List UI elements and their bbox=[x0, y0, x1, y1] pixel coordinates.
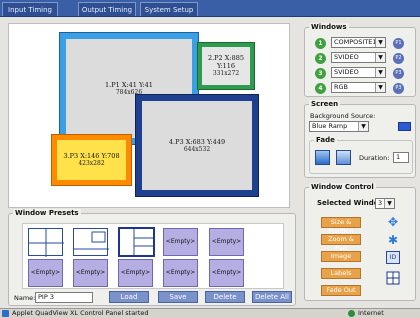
chevron-down-icon: ▼ bbox=[375, 38, 385, 47]
delete-button[interactable]: Delete bbox=[205, 291, 245, 303]
chevron-down-icon: ▼ bbox=[375, 83, 385, 92]
save-button[interactable]: Save bbox=[158, 291, 198, 303]
labels-button[interactable]: Labels bbox=[321, 268, 361, 279]
preset-slot-3-selected[interactable] bbox=[118, 227, 155, 257]
preset-slot-6[interactable]: <Empty> bbox=[28, 259, 63, 287]
output-canvas-preview[interactable]: 1.P1 X:41 Y:41 784x626 2.P2 X:885 Y:116 … bbox=[8, 23, 290, 208]
preset-slot-4[interactable]: <Empty> bbox=[163, 228, 198, 256]
globe-icon bbox=[348, 310, 355, 317]
window-2[interactable]: 2.P2 X:885 Y:116 331x272 bbox=[197, 42, 255, 90]
window-3-priority-icon[interactable]: P3 bbox=[393, 68, 404, 79]
background-color-swatch[interactable] bbox=[398, 122, 411, 131]
chevron-down-icon: ▼ bbox=[384, 199, 394, 208]
window-4-source-select[interactable]: RGB ▼ bbox=[331, 82, 386, 93]
window-3-source-select[interactable]: SVIDEO ▼ bbox=[331, 67, 386, 78]
fade-out-button[interactable]: Fade Out bbox=[321, 285, 361, 296]
tab-output-timing[interactable]: Output Timing bbox=[78, 2, 136, 16]
tab-system-setup[interactable]: System Setup bbox=[140, 2, 198, 16]
fade-out-screen-icon[interactable] bbox=[336, 150, 351, 165]
screen-panel: Screen Background Source: Blue Ramp ▼ Fad… bbox=[304, 100, 416, 178]
window-4-indicator: 4 bbox=[315, 83, 326, 94]
fade-in-icon[interactable] bbox=[315, 150, 330, 165]
window-1-source-select[interactable]: COMPOSITE1 ▼ bbox=[331, 37, 386, 48]
preset-slot-7[interactable]: <Empty> bbox=[73, 259, 108, 287]
preset-slot-2[interactable] bbox=[73, 228, 109, 256]
preset-slot-5[interactable]: <Empty> bbox=[209, 228, 244, 256]
pip3-layout-icon bbox=[133, 229, 153, 255]
window-1-label: 1.P1 X:41 Y:41 bbox=[105, 80, 153, 89]
zoom-pan-button[interactable]: Zoom & Pan bbox=[321, 234, 361, 252]
window-presets-panel: Window Presets <Empty> <Empty> <Empty> <… bbox=[8, 209, 296, 306]
preset-slot-1[interactable] bbox=[28, 228, 64, 257]
window-presets-title: Window Presets bbox=[13, 209, 81, 217]
security-zone-label: Internet bbox=[358, 309, 384, 317]
window-4[interactable]: 4.P3 X:683 Y:449 644x532 bbox=[135, 94, 259, 197]
preset-slot-9[interactable]: <Empty> bbox=[163, 259, 198, 287]
window-2-label: 2.P2 X:885 Y:116 bbox=[207, 54, 244, 70]
window-1-priority-icon[interactable]: P1 bbox=[393, 38, 404, 49]
chevron-down-icon: ▼ bbox=[375, 68, 385, 77]
preset-name-label: Name: bbox=[14, 294, 36, 302]
tab-input-timing[interactable]: Input Timing bbox=[2, 2, 58, 16]
chevron-down-icon: ▼ bbox=[375, 53, 385, 62]
chevron-down-icon: ▼ bbox=[358, 122, 368, 131]
fade-group-title: Fade bbox=[314, 136, 337, 144]
applet-icon bbox=[2, 310, 9, 317]
window-control-title: Window Control bbox=[309, 183, 376, 191]
window-3[interactable]: 3.P3 X:146 Y:708 423x282 bbox=[51, 134, 132, 186]
presets-grid: <Empty> <Empty> <Empty> <Empty> <Empty> … bbox=[22, 223, 284, 289]
window-2-source-select[interactable]: SVIDEO ▼ bbox=[331, 52, 386, 63]
window-4-label: 4.P3 X:683 Y:449 bbox=[168, 137, 226, 146]
fade-group: Fade Duration: 1 bbox=[309, 136, 413, 174]
duration-stepper[interactable]: 1 bbox=[393, 152, 409, 163]
tab-bar: Input Timing Output Timing System Setup bbox=[0, 0, 420, 17]
window-3-indicator: 3 bbox=[315, 68, 326, 79]
window-2-size: 331x272 bbox=[212, 70, 240, 77]
move-icon[interactable]: ✥ bbox=[386, 215, 400, 229]
preset-slot-8[interactable]: <Empty> bbox=[118, 259, 153, 287]
window-1-indicator: 1 bbox=[315, 38, 326, 49]
id-icon[interactable]: ID bbox=[386, 251, 400, 264]
window-4-priority-icon[interactable]: P3 bbox=[393, 83, 404, 94]
window-3-size: 423x282 bbox=[78, 160, 105, 167]
selected-window-select[interactable]: 3 ▼ bbox=[375, 198, 395, 209]
status-message: Applet QuadView XL Control Panel started bbox=[12, 309, 149, 317]
image-button[interactable]: Image bbox=[321, 251, 361, 262]
background-source-select[interactable]: Blue Ramp ▼ bbox=[309, 121, 369, 132]
window-4-size: 644x532 bbox=[183, 145, 211, 153]
zoom-icon[interactable]: ✱ bbox=[386, 233, 400, 247]
status-bar: Applet QuadView XL Control Panel started… bbox=[0, 308, 420, 318]
windows-panel: Windows 1 COMPOSITE1 ▼ P1 2 SVIDEO ▼ P2 3 … bbox=[304, 23, 416, 97]
window-3-label: 3.P3 X:146 Y:708 bbox=[63, 152, 120, 160]
delete-all-button[interactable]: Delete All bbox=[252, 291, 292, 303]
preset-name-field[interactable]: PIP 3 bbox=[35, 292, 93, 303]
load-button[interactable]: Load bbox=[109, 291, 149, 303]
preset-slot-10[interactable]: <Empty> bbox=[209, 259, 244, 287]
duration-label: Duration: bbox=[359, 154, 390, 162]
grid-layout-icon[interactable] bbox=[386, 271, 400, 285]
quad-layout-icon bbox=[29, 229, 64, 257]
window-2-indicator: 2 bbox=[315, 53, 326, 64]
pip-layout-icon bbox=[74, 231, 109, 250]
background-source-label: Background Source: bbox=[310, 112, 376, 120]
window-2-priority-icon[interactable]: P2 bbox=[393, 53, 404, 64]
size-position-button[interactable]: Size & Position bbox=[321, 217, 361, 235]
screen-panel-title: Screen bbox=[309, 100, 341, 108]
windows-panel-title: Windows bbox=[309, 23, 349, 31]
window-control-panel: Window Control Selected Window: 3 ▼ Size … bbox=[304, 183, 416, 301]
